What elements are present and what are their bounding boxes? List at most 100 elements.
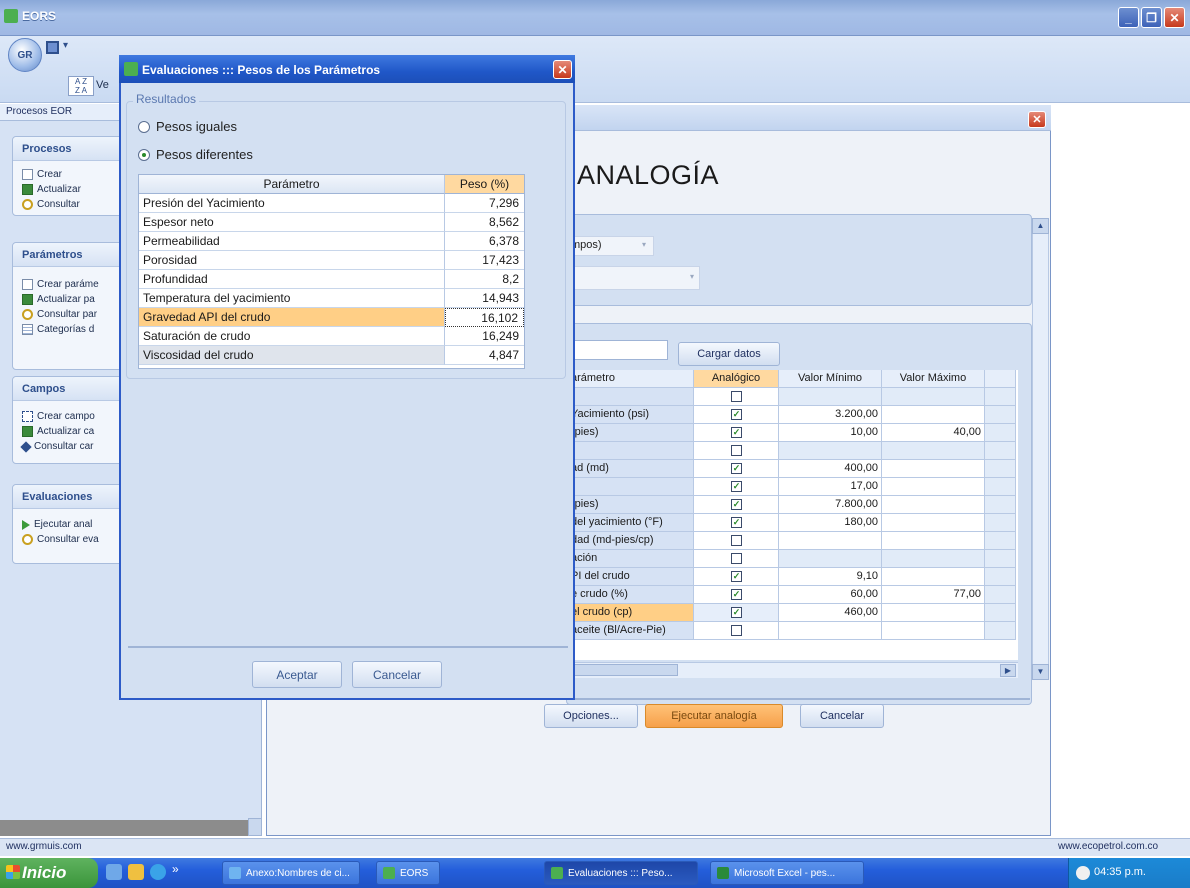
- parameter-cell[interactable]: PI del crudo: [568, 568, 694, 586]
- max-value-cell[interactable]: [882, 532, 985, 550]
- column-header-analog[interactable]: Analógico: [694, 370, 779, 388]
- max-value-cell[interactable]: [882, 460, 985, 478]
- checkbox-checked[interactable]: ✓: [731, 517, 742, 528]
- max-value-cell[interactable]: 40,00: [882, 424, 985, 442]
- parameter-cell[interactable]: ación: [568, 550, 694, 568]
- min-value-cell[interactable]: [779, 550, 882, 568]
- scroll-right-icon[interactable]: ▶: [1000, 664, 1016, 677]
- min-value-cell[interactable]: 7.800,00: [779, 496, 882, 514]
- max-value-cell[interactable]: [882, 388, 985, 406]
- quicklaunch-more-icon[interactable]: »: [172, 862, 179, 876]
- table-row[interactable]: Yacimiento (psi) ✓ 3.200,00: [568, 406, 1016, 424]
- weight-cell[interactable]: 16,102: [445, 308, 524, 327]
- parameter-cell[interactable]: Permeabilidad: [139, 232, 445, 251]
- min-value-cell[interactable]: 10,00: [779, 424, 882, 442]
- max-value-cell[interactable]: [882, 478, 985, 496]
- weight-cell[interactable]: 6,378: [445, 232, 524, 251]
- parameter-cell[interactable]: aceite (Bl/Acre-Pie): [568, 622, 694, 640]
- load-file-input[interactable]: [568, 340, 668, 360]
- column-header-weight[interactable]: Peso (%): [445, 175, 524, 194]
- parameter-cell[interactable]: e crudo (%): [568, 586, 694, 604]
- column-header-parameter[interactable]: Parámetro: [139, 175, 445, 194]
- checkbox-checked[interactable]: ✓: [731, 463, 742, 474]
- cancel-button[interactable]: Cancelar: [352, 661, 442, 688]
- table-row[interactable]: Permeabilidad 6,378: [139, 232, 524, 251]
- options-button[interactable]: Opciones...: [544, 704, 638, 728]
- secondary-combo[interactable]: [568, 266, 700, 290]
- analogy-close-button[interactable]: ✕: [1028, 111, 1046, 128]
- taskbar-item-evaluaciones[interactable]: Evaluaciones ::: Peso...: [544, 861, 698, 885]
- parameter-cell[interactable]: Presión del Yacimiento: [139, 194, 445, 213]
- volume-icon[interactable]: [1076, 866, 1090, 880]
- taskbar-item-eors[interactable]: EORS: [376, 861, 440, 885]
- radio-button-selected[interactable]: [138, 148, 150, 161]
- restore-button[interactable]: ❐: [1141, 7, 1162, 28]
- min-value-cell[interactable]: 9,10: [779, 568, 882, 586]
- table-row[interactable]: (pies) ✓ 7.800,00: [568, 496, 1016, 514]
- max-value-cell[interactable]: [882, 514, 985, 532]
- dialog-close-button[interactable]: ✕: [553, 60, 572, 79]
- min-value-cell[interactable]: [779, 622, 882, 640]
- browser-icon[interactable]: [150, 864, 166, 880]
- accept-button[interactable]: Aceptar: [252, 661, 342, 688]
- parameter-cell[interactable]: dad (md-pies/cp): [568, 532, 694, 550]
- checkbox-checked[interactable]: ✓: [731, 481, 742, 492]
- min-value-cell[interactable]: 17,00: [779, 478, 882, 496]
- parameter-cell[interactable]: del yacimiento (°F): [568, 514, 694, 532]
- parameter-cell[interactable]: (pies): [568, 496, 694, 514]
- min-value-cell[interactable]: [779, 532, 882, 550]
- parameter-cell[interactable]: Viscosidad del crudo: [139, 346, 445, 365]
- table-row[interactable]: [568, 388, 1016, 406]
- parameter-cell[interactable]: Gravedad API del crudo: [139, 308, 445, 327]
- table-row[interactable]: Porosidad 17,423: [139, 251, 524, 270]
- radio-different-weights[interactable]: Pesos diferentes: [138, 147, 253, 162]
- checkbox[interactable]: [731, 535, 742, 546]
- checkbox[interactable]: [731, 553, 742, 564]
- vertical-scrollbar[interactable]: [1032, 218, 1049, 680]
- table-row[interactable]: (pies) ✓ 10,00 40,00: [568, 424, 1016, 442]
- nav-scroll-button[interactable]: [248, 818, 262, 836]
- sort-az-icon[interactable]: A ZZ A: [68, 76, 94, 96]
- table-row[interactable]: aceite (Bl/Acre-Pie): [568, 622, 1016, 640]
- weight-cell[interactable]: 7,296: [445, 194, 524, 213]
- min-value-cell[interactable]: [779, 388, 882, 406]
- table-row[interactable]: Viscosidad del crudo 4,847: [139, 346, 524, 365]
- radio-button[interactable]: [138, 120, 150, 133]
- column-header-min[interactable]: Valor Mínimo: [779, 370, 882, 388]
- parameter-cell[interactable]: Espesor neto: [139, 213, 445, 232]
- table-row[interactable]: e crudo (%) ✓ 60,00 77,00: [568, 586, 1016, 604]
- table-row[interactable]: el crudo (cp) ✓ 460,00: [568, 604, 1016, 622]
- parameter-cell[interactable]: (pies): [568, 424, 694, 442]
- table-row[interactable]: Temperatura del yacimiento 14,943: [139, 289, 524, 308]
- table-row[interactable]: PI del crudo ✓ 9,10: [568, 568, 1016, 586]
- table-row[interactable]: ad (md) ✓ 400,00: [568, 460, 1016, 478]
- table-row[interactable]: dad (md-pies/cp): [568, 532, 1016, 550]
- status-right-link[interactable]: www.ecopetrol.com.co: [1058, 841, 1158, 852]
- max-value-cell[interactable]: [882, 550, 985, 568]
- minimize-button[interactable]: _: [1118, 7, 1139, 28]
- save-icon[interactable]: [46, 41, 59, 54]
- parameter-cell[interactable]: Profundidad: [139, 270, 445, 289]
- min-value-cell[interactable]: 3.200,00: [779, 406, 882, 424]
- table-row[interactable]: Presión del Yacimiento 7,296: [139, 194, 524, 213]
- ribbon-button-label[interactable]: Ve: [96, 79, 109, 91]
- max-value-cell[interactable]: [882, 442, 985, 460]
- taskbar-item-browser[interactable]: Anexo:Nombres de ci...: [222, 861, 360, 885]
- load-data-button[interactable]: Cargar datos: [678, 342, 780, 366]
- max-value-cell[interactable]: [882, 406, 985, 424]
- cancel-analogy-button[interactable]: Cancelar: [800, 704, 884, 728]
- scroll-down-icon[interactable]: ▼: [1032, 664, 1049, 680]
- close-app-button[interactable]: ✕: [1164, 7, 1185, 28]
- checkbox-checked[interactable]: ✓: [731, 607, 742, 618]
- run-analogy-button[interactable]: Ejecutar analogía: [645, 704, 783, 728]
- parameter-cell[interactable]: Yacimiento (psi): [568, 406, 694, 424]
- qat-dropdown-icon[interactable]: ▾: [63, 40, 68, 51]
- max-value-cell[interactable]: [882, 568, 985, 586]
- table-row[interactable]: del yacimiento (°F) ✓ 180,00: [568, 514, 1016, 532]
- taskbar-item-excel[interactable]: Microsoft Excel - pes...: [710, 861, 864, 885]
- min-value-cell[interactable]: 400,00: [779, 460, 882, 478]
- column-header-max[interactable]: Valor Máximo: [882, 370, 985, 388]
- scroll-up-icon[interactable]: ▲: [1032, 218, 1049, 234]
- chevron-down-icon[interactable]: ▾: [642, 240, 646, 249]
- parameter-cell[interactable]: [568, 442, 694, 460]
